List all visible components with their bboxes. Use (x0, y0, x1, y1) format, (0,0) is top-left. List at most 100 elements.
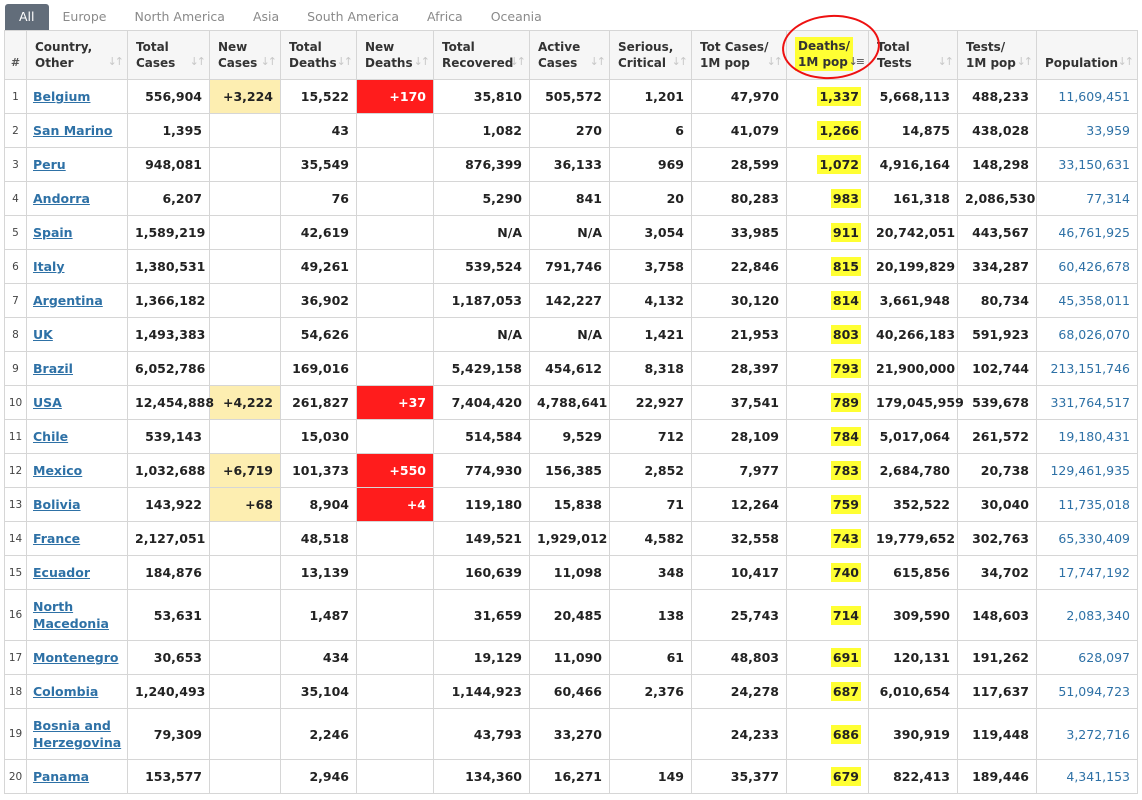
cell-country: Chile (26, 419, 128, 454)
cell-deaths-per-m: 679 (786, 759, 869, 794)
col-header-total-tests[interactable]: Total Tests ↓↑ (868, 30, 958, 80)
highlighted-value: 1,266 (817, 121, 861, 140)
cell-population: 4,341,153 (1036, 759, 1138, 794)
col-header-total-cases[interactable]: Total Cases ↓↑ (127, 30, 210, 80)
cell-deaths-per-m: 803 (786, 317, 869, 352)
cell-cases-per-m: 41,079 (691, 113, 787, 148)
country-link[interactable]: UK (33, 327, 53, 342)
cell-total-cases: 53,631 (127, 589, 210, 641)
col-header-serious-critical[interactable]: Serious, Critical ↓↑ (609, 30, 692, 80)
cell-total-recovered: 149,521 (433, 521, 530, 556)
cell-country: Andorra (26, 181, 128, 216)
sort-icon: ↓↑ (1117, 55, 1135, 68)
tab-all[interactable]: All (5, 4, 49, 30)
cell-new-cases: +6,719 (209, 453, 281, 488)
col-header-new-deaths[interactable]: New Deaths ↓↑ (356, 30, 434, 80)
country-link[interactable]: Italy (33, 259, 65, 274)
country-link[interactable]: Spain (33, 225, 73, 240)
cell-new-deaths: +4 (356, 487, 434, 522)
cell-country: Ecuador (26, 555, 128, 590)
cell-active-cases: 11,098 (529, 555, 610, 590)
cell-tests-per-m: 443,567 (957, 215, 1037, 250)
cell-cases-per-m: 28,599 (691, 147, 787, 182)
cell-total-tests: 5,668,113 (868, 79, 958, 114)
cell-active-cases: N/A (529, 215, 610, 250)
country-link[interactable]: Chile (33, 429, 68, 444)
country-link[interactable]: San Marino (33, 123, 113, 138)
sort-icon: ↓↑ (766, 55, 784, 68)
cell-country: Peru (26, 147, 128, 182)
cell-serious: 1,201 (609, 79, 692, 114)
cell-new-cases (209, 249, 281, 284)
col-header-new-cases[interactable]: New Cases ↓↑ (209, 30, 281, 80)
col-header-population[interactable]: Population ↓↑ (1036, 30, 1138, 80)
cell-serious: 2,852 (609, 453, 692, 488)
country-link[interactable]: Andorra (33, 191, 90, 206)
cell-tests-per-m: 102,744 (957, 351, 1037, 386)
cell-total-tests: 390,919 (868, 708, 958, 760)
cell-tests-per-m: 148,603 (957, 589, 1037, 641)
cell-total-cases: 1,395 (127, 113, 210, 148)
col-header-deaths-per-million[interactable]: Deaths/1M pop ↓≡ (786, 30, 869, 80)
tab-asia[interactable]: Asia (238, 4, 294, 30)
country-link[interactable]: Bosnia and Herzegovina (33, 718, 121, 750)
col-header-tests-per-million[interactable]: Tests/1M pop ↓↑ (957, 30, 1037, 80)
tab-south-america[interactable]: South America (293, 4, 414, 30)
country-link[interactable]: France (33, 531, 80, 546)
cell-total-deaths: 36,902 (280, 283, 357, 318)
highlighted-value: 714 (830, 605, 861, 625)
col-header-num[interactable]: # (4, 30, 27, 80)
cell-total-cases: 2,127,051 (127, 521, 210, 556)
table-row: 12 Mexico 1,032,688 +6,719 101,373 +550 774,93… (4, 453, 1138, 488)
cell-total-tests: 179,045,959 (868, 385, 964, 420)
cell-cases-per-m: 28,109 (691, 419, 787, 454)
country-link[interactable]: Belgium (33, 89, 90, 104)
tab-oceania[interactable]: Oceania (476, 4, 556, 30)
country-link[interactable]: Colombia (33, 684, 98, 699)
highlighted-value: 679 (830, 767, 861, 786)
cell-population: 46,761,925 (1036, 215, 1138, 250)
cell-total-recovered: 514,584 (433, 419, 530, 454)
col-header-total-deaths[interactable]: Total Deaths ↓↑ (280, 30, 357, 80)
country-link[interactable]: Peru (33, 157, 66, 172)
col-header-cases-per-million[interactable]: Tot Cases/1M pop ↓↑ (691, 30, 787, 80)
cell-total-cases: 1,366,182 (127, 283, 210, 318)
col-header-label: Recovered (442, 56, 514, 70)
col-header-country[interactable]: Country, Other ↓↑ (26, 30, 128, 80)
country-link[interactable]: Bolivia (33, 497, 81, 512)
cell-deaths-per-m: 983 (786, 181, 869, 216)
tab-north-america[interactable]: North America (120, 4, 239, 30)
cell-total-deaths: 13,139 (280, 555, 357, 590)
col-header-label: Deaths (289, 56, 337, 70)
country-link[interactable]: Argentina (33, 293, 103, 308)
country-link[interactable]: Mexico (33, 463, 82, 478)
table-row: 19 Bosnia and Herzegovina 79,309 2,246 43,79… (4, 708, 1138, 760)
cell-deaths-per-m: 1,072 (786, 147, 869, 182)
cell-total-deaths: 35,104 (280, 674, 357, 709)
cell-new-deaths (356, 317, 434, 352)
cell-total-recovered: N/A (433, 215, 530, 250)
highlighted-value: 740 (830, 563, 861, 582)
col-header-label: Deaths/ (798, 39, 851, 53)
cell-population: 2,083,340 (1036, 589, 1138, 641)
col-header-label: Total (136, 40, 169, 54)
cell-tests-per-m: 30,040 (957, 487, 1037, 522)
country-link[interactable]: Montenegro (33, 650, 118, 665)
col-header-label: Deaths (365, 56, 413, 70)
tab-africa[interactable]: Africa (413, 4, 477, 30)
table-row: 16 North Macedonia 53,631 1,487 31,659 20,485… (4, 589, 1138, 641)
cell-deaths-per-m: 714 (786, 589, 869, 641)
cell-total-recovered: 134,360 (433, 759, 530, 794)
tab-europe[interactable]: Europe (48, 4, 121, 30)
country-link[interactable]: Panama (33, 769, 89, 784)
highlighted-value: 759 (830, 495, 861, 514)
cell-total-tests: 120,131 (868, 640, 958, 675)
col-header-active-cases[interactable]: Active Cases ↓↑ (529, 30, 610, 80)
country-link[interactable]: North Macedonia (33, 599, 109, 631)
country-link[interactable]: USA (33, 395, 62, 410)
col-header-label: New (218, 40, 248, 54)
col-header-total-recovered[interactable]: Total Recovered ↓↑ (433, 30, 530, 80)
country-link[interactable]: Brazil (33, 361, 73, 376)
cell-country: Belgium (26, 79, 128, 114)
country-link[interactable]: Ecuador (33, 565, 90, 580)
